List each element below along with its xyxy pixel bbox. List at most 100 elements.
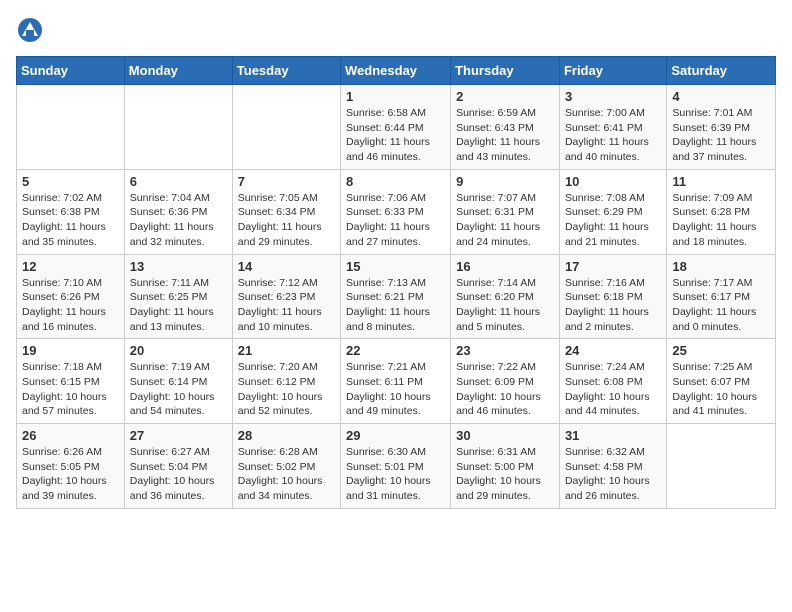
calendar-cell: 19 Sunrise: 7:18 AM Sunset: 6:15 PM Dayli… <box>17 339 125 424</box>
weekday-header: Sunday <box>17 57 125 85</box>
calendar-cell: 4Sunrise: 7:01 AM Sunset: 6:39 PM Daylig… <box>667 85 776 170</box>
calendar-cell: 20 Sunrise: 7:19 AM Sunset: 6:14 PM Dayli… <box>124 339 232 424</box>
day-info: Sunrise: 6:30 AM Sunset: 5:01 PM Dayligh… <box>346 445 445 504</box>
day-number: 27 <box>130 428 227 443</box>
day-number: 13 <box>130 259 227 274</box>
calendar-table: SundayMondayTuesdayWednesdayThursdayFrid… <box>16 56 776 509</box>
calendar-cell: 13 Sunrise: 7:11 AM Sunset: 6:25 PM Dayli… <box>124 254 232 339</box>
calendar-cell: 12 Sunrise: 7:10 AM Sunset: 6:26 PM Dayli… <box>17 254 125 339</box>
day-info: Sunrise: 7:09 AM Sunset: 6:28 PM Dayligh… <box>672 191 770 250</box>
calendar-cell: 30Sunrise: 6:31 AM Sunset: 5:00 PM Dayli… <box>451 424 560 509</box>
weekday-header: Saturday <box>667 57 776 85</box>
day-info: Sunrise: 7:16 AM Sunset: 6:18 PM Dayligh… <box>565 276 661 335</box>
day-info: Sunrise: 7:18 AM Sunset: 6:15 PM Dayligh… <box>22 360 119 419</box>
calendar-cell: 2 Sunrise: 6:59 AM Sunset: 6:43 PM Daylig… <box>451 85 560 170</box>
day-info: Sunrise: 6:26 AM Sunset: 5:05 PM Dayligh… <box>22 445 119 504</box>
day-info: Sunrise: 7:19 AM Sunset: 6:14 PM Dayligh… <box>130 360 227 419</box>
calendar-cell <box>17 85 125 170</box>
day-info: Sunrise: 7:00 AM Sunset: 6:41 PM Dayligh… <box>565 106 661 165</box>
calendar-cell: 9 Sunrise: 7:07 AM Sunset: 6:31 PM Daylig… <box>451 169 560 254</box>
day-info: Sunrise: 7:05 AM Sunset: 6:34 PM Dayligh… <box>238 191 335 250</box>
day-info: Sunrise: 6:31 AM Sunset: 5:00 PM Dayligh… <box>456 445 554 504</box>
calendar-cell: 8 Sunrise: 7:06 AM Sunset: 6:33 PM Daylig… <box>341 169 451 254</box>
calendar-cell: 26 Sunrise: 6:26 AM Sunset: 5:05 PM Dayli… <box>17 424 125 509</box>
day-number: 25 <box>672 343 770 358</box>
logo <box>16 16 48 44</box>
calendar-cell: 28 Sunrise: 6:28 AM Sunset: 5:02 PM Dayli… <box>232 424 340 509</box>
day-info: Sunrise: 7:14 AM Sunset: 6:20 PM Dayligh… <box>456 276 554 335</box>
calendar-week-row: 1Sunrise: 6:58 AM Sunset: 6:44 PM Daylig… <box>17 85 776 170</box>
day-info: Sunrise: 7:24 AM Sunset: 6:08 PM Dayligh… <box>565 360 661 419</box>
weekday-header: Thursday <box>451 57 560 85</box>
calendar-week-row: 19 Sunrise: 7:18 AM Sunset: 6:15 PM Dayli… <box>17 339 776 424</box>
calendar-cell: 11Sunrise: 7:09 AM Sunset: 6:28 PM Dayli… <box>667 169 776 254</box>
day-info: Sunrise: 6:28 AM Sunset: 5:02 PM Dayligh… <box>238 445 335 504</box>
day-number: 7 <box>238 174 335 189</box>
calendar-cell: 3Sunrise: 7:00 AM Sunset: 6:41 PM Daylig… <box>559 85 666 170</box>
day-info: Sunrise: 6:58 AM Sunset: 6:44 PM Dayligh… <box>346 106 445 165</box>
page-header <box>16 16 776 44</box>
day-number: 12 <box>22 259 119 274</box>
day-info: Sunrise: 7:20 AM Sunset: 6:12 PM Dayligh… <box>238 360 335 419</box>
day-number: 14 <box>238 259 335 274</box>
day-number: 21 <box>238 343 335 358</box>
calendar-cell <box>232 85 340 170</box>
day-number: 15 <box>346 259 445 274</box>
day-info: Sunrise: 7:11 AM Sunset: 6:25 PM Dayligh… <box>130 276 227 335</box>
day-number: 9 <box>456 174 554 189</box>
day-number: 18 <box>672 259 770 274</box>
calendar-cell <box>667 424 776 509</box>
day-info: Sunrise: 6:32 AM Sunset: 4:58 PM Dayligh… <box>565 445 661 504</box>
day-info: Sunrise: 6:27 AM Sunset: 5:04 PM Dayligh… <box>130 445 227 504</box>
day-number: 31 <box>565 428 661 443</box>
calendar-cell: 16 Sunrise: 7:14 AM Sunset: 6:20 PM Dayli… <box>451 254 560 339</box>
calendar-cell: 18 Sunrise: 7:17 AM Sunset: 6:17 PM Dayli… <box>667 254 776 339</box>
day-number: 20 <box>130 343 227 358</box>
day-number: 16 <box>456 259 554 274</box>
day-number: 24 <box>565 343 661 358</box>
day-number: 8 <box>346 174 445 189</box>
day-number: 5 <box>22 174 119 189</box>
calendar-cell: 15 Sunrise: 7:13 AM Sunset: 6:21 PM Dayli… <box>341 254 451 339</box>
logo-icon <box>16 16 44 44</box>
calendar-cell: 5 Sunrise: 7:02 AM Sunset: 6:38 PM Daylig… <box>17 169 125 254</box>
calendar-cell <box>124 85 232 170</box>
day-number: 19 <box>22 343 119 358</box>
weekday-header: Friday <box>559 57 666 85</box>
calendar-cell: 1Sunrise: 6:58 AM Sunset: 6:44 PM Daylig… <box>341 85 451 170</box>
day-info: Sunrise: 7:17 AM Sunset: 6:17 PM Dayligh… <box>672 276 770 335</box>
day-number: 10 <box>565 174 661 189</box>
calendar-cell: 17 Sunrise: 7:16 AM Sunset: 6:18 PM Dayli… <box>559 254 666 339</box>
day-info: Sunrise: 7:08 AM Sunset: 6:29 PM Dayligh… <box>565 191 661 250</box>
day-number: 4 <box>672 89 770 104</box>
calendar-cell: 23 Sunrise: 7:22 AM Sunset: 6:09 PM Dayli… <box>451 339 560 424</box>
day-number: 6 <box>130 174 227 189</box>
weekday-header: Monday <box>124 57 232 85</box>
day-number: 2 <box>456 89 554 104</box>
weekday-header: Wednesday <box>341 57 451 85</box>
calendar-cell: 25 Sunrise: 7:25 AM Sunset: 6:07 PM Dayli… <box>667 339 776 424</box>
day-info: Sunrise: 7:04 AM Sunset: 6:36 PM Dayligh… <box>130 191 227 250</box>
day-info: Sunrise: 7:25 AM Sunset: 6:07 PM Dayligh… <box>672 360 770 419</box>
day-number: 28 <box>238 428 335 443</box>
calendar-cell: 6 Sunrise: 7:04 AM Sunset: 6:36 PM Daylig… <box>124 169 232 254</box>
day-info: Sunrise: 6:59 AM Sunset: 6:43 PM Dayligh… <box>456 106 554 165</box>
day-number: 26 <box>22 428 119 443</box>
calendar-cell: 29 Sunrise: 6:30 AM Sunset: 5:01 PM Dayli… <box>341 424 451 509</box>
calendar-cell: 10 Sunrise: 7:08 AM Sunset: 6:29 PM Dayli… <box>559 169 666 254</box>
day-info: Sunrise: 7:13 AM Sunset: 6:21 PM Dayligh… <box>346 276 445 335</box>
calendar-cell: 24 Sunrise: 7:24 AM Sunset: 6:08 PM Dayli… <box>559 339 666 424</box>
day-info: Sunrise: 7:07 AM Sunset: 6:31 PM Dayligh… <box>456 191 554 250</box>
day-info: Sunrise: 7:22 AM Sunset: 6:09 PM Dayligh… <box>456 360 554 419</box>
calendar-cell: 22Sunrise: 7:21 AM Sunset: 6:11 PM Dayli… <box>341 339 451 424</box>
calendar-cell: 31 Sunrise: 6:32 AM Sunset: 4:58 PM Dayli… <box>559 424 666 509</box>
day-number: 23 <box>456 343 554 358</box>
day-number: 29 <box>346 428 445 443</box>
day-number: 17 <box>565 259 661 274</box>
calendar-week-row: 12 Sunrise: 7:10 AM Sunset: 6:26 PM Dayli… <box>17 254 776 339</box>
day-info: Sunrise: 7:06 AM Sunset: 6:33 PM Dayligh… <box>346 191 445 250</box>
day-info: Sunrise: 7:02 AM Sunset: 6:38 PM Dayligh… <box>22 191 119 250</box>
calendar-cell: 27 Sunrise: 6:27 AM Sunset: 5:04 PM Dayli… <box>124 424 232 509</box>
day-info: Sunrise: 7:10 AM Sunset: 6:26 PM Dayligh… <box>22 276 119 335</box>
calendar-week-row: 26 Sunrise: 6:26 AM Sunset: 5:05 PM Dayli… <box>17 424 776 509</box>
